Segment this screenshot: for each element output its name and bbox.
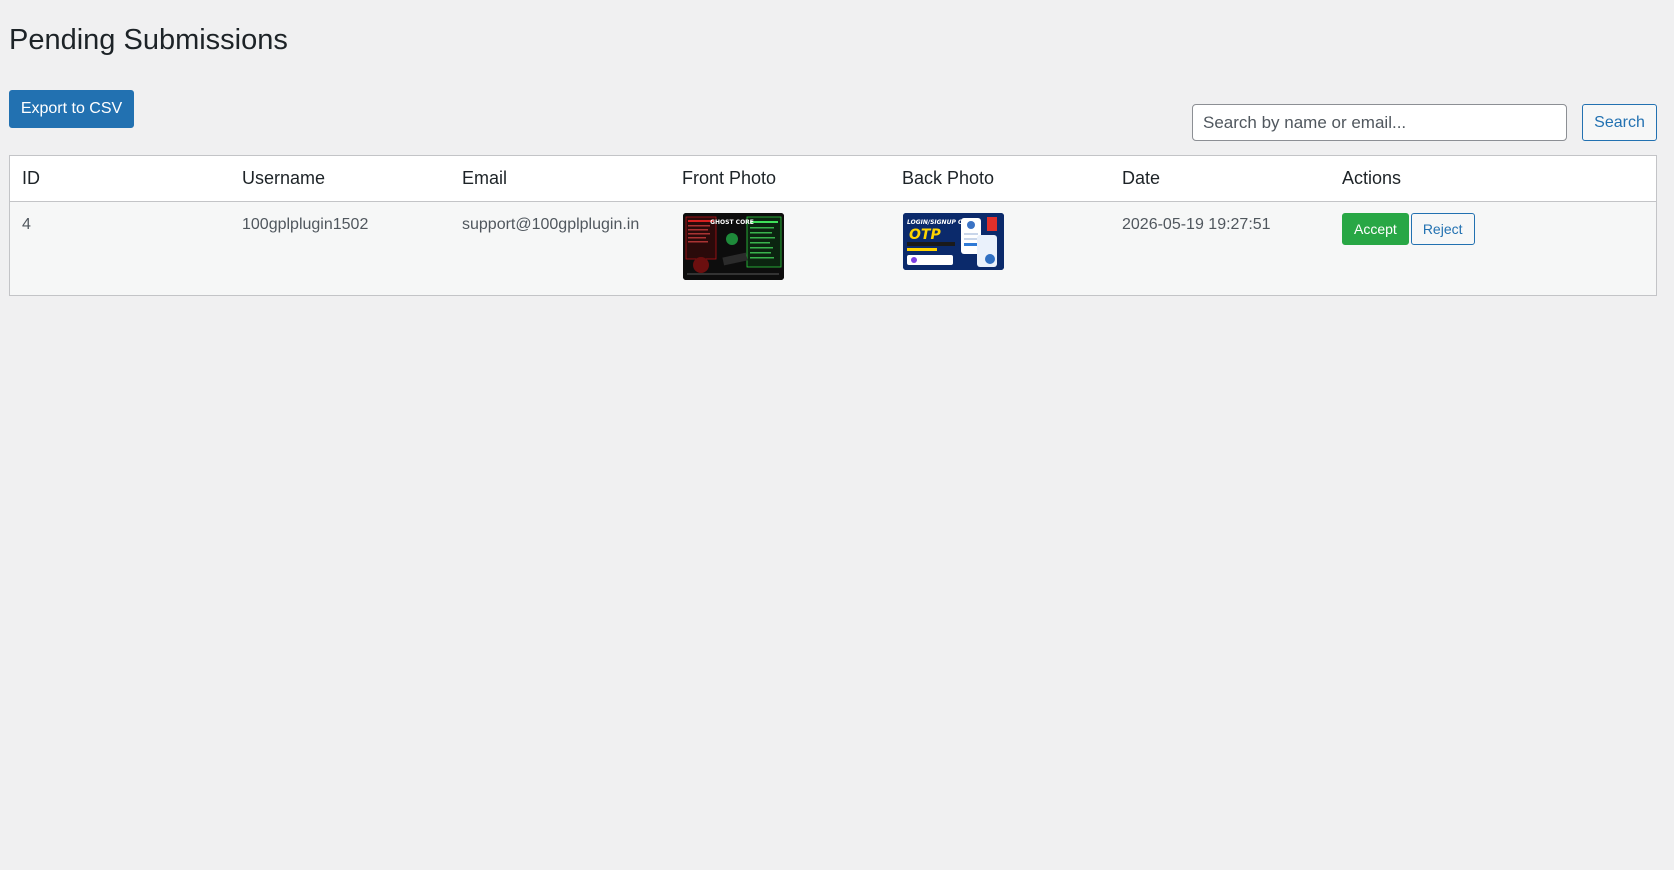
cell-actions: Accept Reject [1330,201,1656,295]
reject-button[interactable]: Reject [1410,212,1475,245]
search-button[interactable]: Search [1582,104,1657,141]
search-input[interactable] [1192,104,1567,141]
column-header-username[interactable]: Username [230,156,450,202]
column-header-email[interactable]: Email [450,156,670,202]
cell-id: 4 [10,201,230,295]
cell-date: 2026-05-19 19:27:51 [1110,201,1330,295]
column-header-front-photo: Front Photo [670,156,890,202]
column-header-back-photo: Back Photo [890,156,1110,202]
page: Pending Submissions Export to CSV Search… [0,0,1674,870]
accept-button[interactable]: Accept [1342,212,1409,245]
back-photo-image: LOGIN/SIGNUP OTP OTP [903,212,1004,270]
export-csv-button[interactable]: Export to CSV [9,90,134,128]
table-row: 4 100gplplugin1502 support@100gplplugin.… [10,201,1656,295]
page-title: Pending Submissions [9,24,288,56]
back-photo-thumbnail[interactable]: LOGIN/SIGNUP OTP OTP [903,212,1004,270]
svg-text:OTP: OTP [909,227,941,243]
front-photo-thumbnail[interactable]: GHOST CORE [683,212,784,280]
front-photo-image: GHOST CORE [683,212,784,280]
table-header-row: ID Username Email Front Photo Back Photo… [10,156,1656,202]
cell-back-photo: LOGIN/SIGNUP OTP OTP [890,201,1110,295]
column-header-actions: Actions [1330,156,1656,202]
front-photo-caption: GHOST CORE [710,219,754,226]
cell-email: support@100gplplugin.in [450,201,670,295]
column-header-id[interactable]: ID [10,156,230,202]
submissions-table-grid: ID Username Email Front Photo Back Photo… [10,156,1656,295]
submissions-table: ID Username Email Front Photo Back Photo… [9,155,1657,296]
cell-username: 100gplplugin1502 [230,201,450,295]
column-header-date[interactable]: Date [1110,156,1330,202]
cell-front-photo: GHOST CORE [670,201,890,295]
